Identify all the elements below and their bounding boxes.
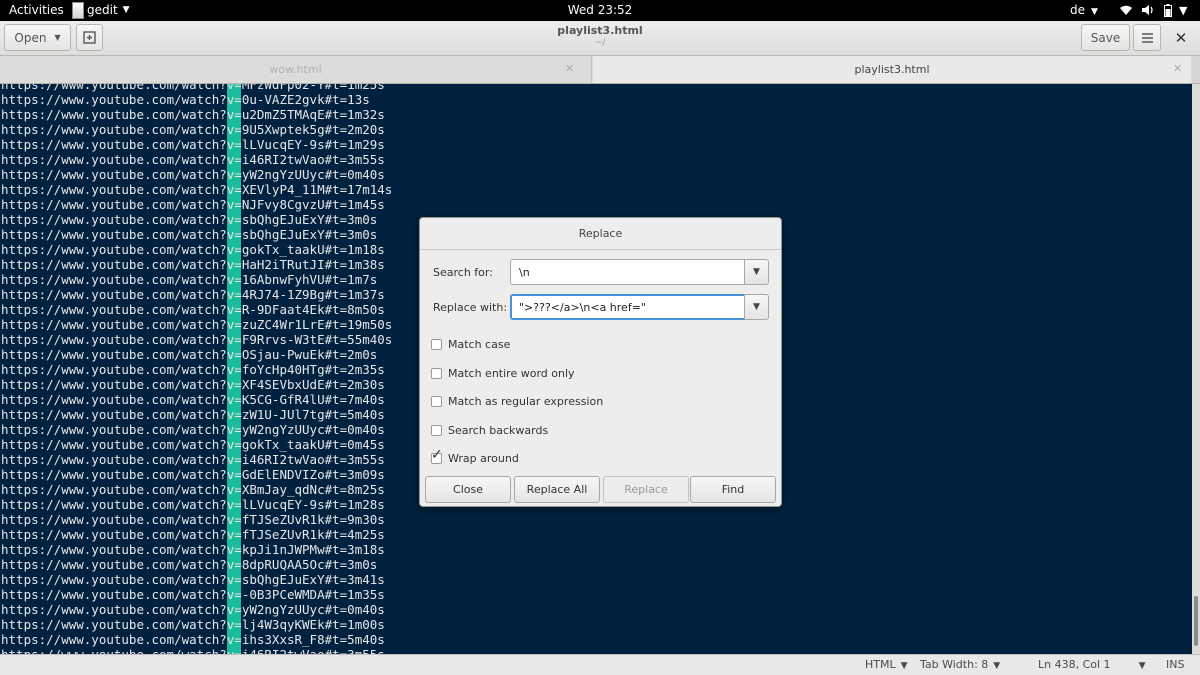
window-subtitle: ~/ — [594, 38, 606, 48]
dialog-title: Replace — [578, 227, 623, 240]
keyboard-layout-label: de — [1070, 3, 1085, 17]
tab-close-icon[interactable]: ✕ — [565, 62, 574, 75]
option-match-entire-word-only-checkbox[interactable]: Match entire word only — [431, 367, 575, 380]
new-document-icon — [83, 31, 96, 44]
chevron-down-icon: ▼ — [753, 302, 760, 312]
open-button-label: Open — [14, 30, 47, 45]
chevron-down-icon: ▼ — [1091, 7, 1098, 17]
dialog-divider — [420, 249, 781, 250]
app-menu[interactable]: gedit ▼ — [72, 0, 130, 21]
checkbox-unchecked-icon[interactable] — [431, 396, 442, 407]
option-label: Match case — [448, 338, 511, 351]
insert-mode-indicator: INS — [1166, 658, 1185, 671]
option-label: Match as regular expression — [448, 395, 604, 408]
chevron-down-icon: ▼ — [1138, 661, 1146, 671]
new-tab-button[interactable] — [76, 24, 103, 51]
chevron-down-icon: ▼ — [122, 5, 130, 15]
replace-all-button[interactable]: Replace All — [514, 476, 600, 503]
tab-scroll-area — [1192, 56, 1200, 83]
language-label: HTML — [865, 658, 896, 671]
checkbox-checked-icon[interactable]: ✓ — [431, 448, 443, 464]
tab-wow-html[interactable]: wow.html ✕ — [0, 56, 592, 83]
battery-icon[interactable] — [1164, 4, 1172, 20]
close-icon: ✕ — [1174, 28, 1188, 47]
tab-width-label: Tab Width: 8 — [920, 658, 989, 671]
search-for-input[interactable]: \n — [510, 259, 745, 285]
chevron-down-icon: ▼ — [900, 661, 908, 671]
tab-bar: wow.html ✕ playlist3.html ✕ — [0, 56, 1200, 84]
status-bar: HTML ▼ Tab Width: 8 ▼ Ln 438, Col 1 ▼ INS — [0, 654, 1200, 675]
option-label: Search backwards — [448, 424, 549, 437]
option-wrap-around-checkbox[interactable]: ✓ Wrap around — [431, 448, 519, 465]
gnome-top-bar: Activities gedit ▼ Wed 23:52 de ▼ ▼ — [0, 0, 1200, 21]
chevron-down-icon: ▼ — [753, 267, 760, 277]
volume-icon[interactable] — [1141, 4, 1155, 19]
replace-with-label: Replace with: — [433, 301, 508, 314]
search-history-dropdown[interactable]: ▼ — [744, 259, 769, 285]
tab-close-icon[interactable]: ✕ — [1173, 62, 1182, 75]
menu-button[interactable] — [1133, 24, 1161, 51]
clock-container: Wed 23:52 — [0, 0, 1200, 21]
option-search-backwards-checkbox[interactable]: Search backwards — [431, 424, 548, 437]
replace-history-dropdown[interactable]: ▼ — [744, 294, 769, 320]
language-selector[interactable]: HTML ▼ — [865, 658, 908, 671]
search-for-label: Search for: — [433, 266, 493, 279]
option-label: Wrap around — [448, 452, 519, 465]
checkbox-unchecked-icon[interactable] — [431, 339, 442, 350]
open-button[interactable]: Open ▼ — [4, 24, 71, 51]
gedit-app-icon — [72, 2, 84, 19]
system-menu-chevron-icon[interactable]: ▼ — [1179, 4, 1187, 17]
tab-label: playlist3.html — [854, 63, 930, 76]
editor-text[interactable]: https://www.youtube.com/watch?v=MFzWdFp0… — [1, 84, 392, 654]
hamburger-menu-icon — [1141, 32, 1153, 43]
save-button[interactable]: Save — [1081, 24, 1130, 51]
tab-label: wow.html — [269, 63, 322, 76]
option-match-as-regular-expression-checkbox[interactable]: Match as regular expression — [431, 395, 603, 408]
chevron-down-icon: ▼ — [54, 33, 61, 42]
find-button[interactable]: Find — [690, 476, 776, 503]
wifi-icon[interactable] — [1119, 4, 1133, 19]
tab-width-selector[interactable]: Tab Width: 8 ▼ — [920, 658, 1000, 671]
checkbox-unchecked-icon[interactable] — [431, 368, 442, 379]
cursor-position-label: Ln 438, Col 1 — [1038, 658, 1111, 671]
tab-playlist3-html[interactable]: playlist3.html ✕ — [593, 56, 1191, 83]
replace-button[interactable]: Replace — [603, 476, 689, 503]
clock[interactable]: Wed 23:52 — [568, 3, 633, 17]
replace-dialog: Replace Search for: \n ▼ Replace with: "… — [419, 217, 782, 507]
keyboard-layout-indicator[interactable]: de ▼ — [1070, 0, 1098, 23]
chevron-down-icon: ▼ — [993, 661, 1001, 671]
editor-scrollbar[interactable] — [1192, 84, 1200, 654]
replace-with-input[interactable]: ">???</a>\n<a href=" — [510, 294, 745, 320]
close-button[interactable]: Close — [425, 476, 511, 503]
activities-button[interactable]: Activities — [9, 0, 64, 21]
window-title: playlist3.html — [557, 24, 643, 37]
app-menu-label: gedit — [87, 3, 118, 17]
close-window-button[interactable]: ✕ — [1166, 24, 1196, 51]
option-match-case-checkbox[interactable]: Match case — [431, 338, 510, 351]
checkmark-icon: ✓ — [431, 447, 443, 463]
header-bar: Open ▼ playlist3.html ~/ Save ✕ — [0, 21, 1200, 56]
option-label: Match entire word only — [448, 367, 575, 380]
checkbox-unchecked-icon[interactable] — [431, 425, 442, 436]
cursor-position-selector[interactable]: Ln 438, Col 1 ▼ — [1038, 658, 1145, 671]
scrollbar-thumb[interactable] — [1194, 596, 1198, 646]
